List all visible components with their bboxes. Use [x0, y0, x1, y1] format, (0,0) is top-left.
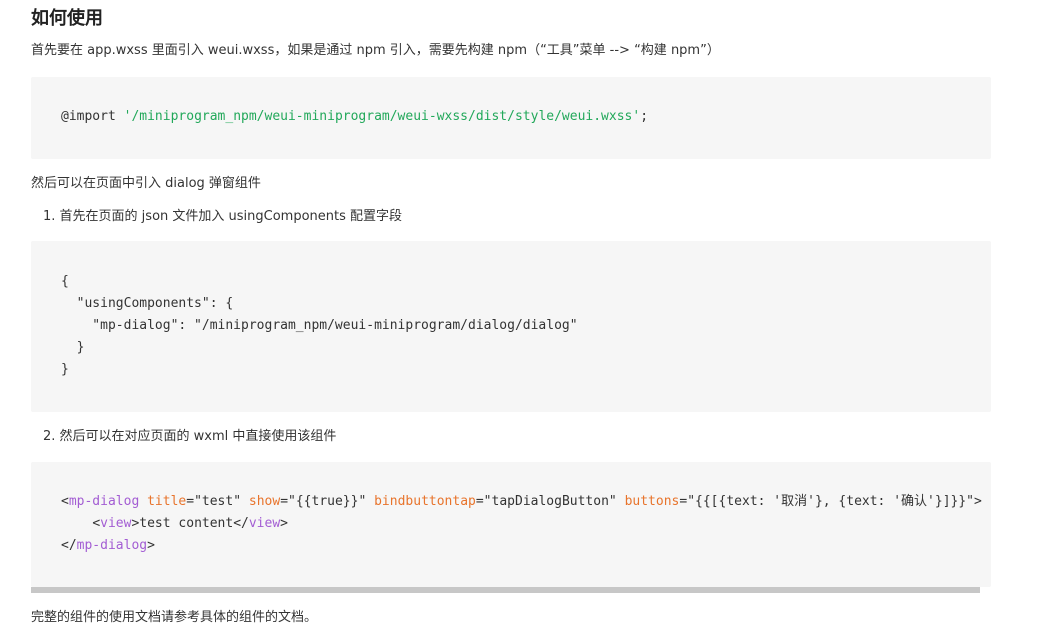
attr-value: ="tapDialogButton"	[475, 494, 625, 509]
tag-name: view	[248, 516, 281, 531]
code-line: "mp-dialog": "/miniprogram_npm/weui-mini…	[61, 318, 578, 333]
angle-bracket: </	[233, 516, 249, 531]
code-line: <mp-dialog title="test" show="{{true}}" …	[61, 493, 982, 511]
code-block-import: @import '/miniprogram_npm/weui-miniprogr…	[31, 77, 991, 159]
code-line: }	[61, 362, 69, 377]
attr-value: ="{{true}}"	[280, 494, 375, 509]
attr-name: show	[248, 494, 281, 509]
attr-value: ="test"	[186, 494, 249, 509]
angle-bracket: >	[974, 494, 982, 509]
angle-bracket: <	[92, 516, 101, 531]
view-content-text: test content	[139, 516, 234, 531]
tag-name: mp-dialog	[76, 538, 148, 553]
code-line: @import '/miniprogram_npm/weui-miniprogr…	[61, 108, 648, 126]
import-keyword: @import	[61, 109, 124, 124]
semicolon: ;	[640, 109, 649, 124]
intro-paragraph: 首先要在 app.wxss 里面引入 weui.wxss，如果是通过 npm 引…	[31, 43, 720, 58]
paragraph-dialog-intro: 然后可以在页面中引入 dialog 弹窗组件	[31, 176, 261, 191]
code-line: {	[61, 274, 69, 289]
list-number: 1.	[43, 209, 56, 224]
attr-name: buttons	[624, 494, 680, 509]
angle-bracket: >	[147, 538, 155, 553]
tag-name: mp-dialog	[68, 494, 140, 509]
tag-name: view	[100, 516, 132, 531]
code-line: </mp-dialog>	[61, 537, 155, 555]
import-path-string: '/miniprogram_npm/weui-miniprogram/weui-…	[123, 109, 641, 124]
angle-bracket: >	[280, 516, 288, 531]
angle-bracket: <	[61, 494, 69, 509]
list-number: 2.	[43, 429, 56, 444]
section-heading: 如何使用	[31, 8, 103, 29]
code-line: "usingComponents": {	[61, 296, 234, 311]
list-item-text: 然后可以在对应页面的 wxml 中直接使用该组件	[59, 429, 337, 444]
horizontal-scrollbar[interactable]	[31, 587, 980, 593]
code-block-json: { "usingComponents": { "mp-dialog": "/mi…	[31, 241, 991, 412]
attr-name: bindbuttontap	[374, 494, 476, 509]
code-block-wxml: <mp-dialog title="test" show="{{true}}" …	[31, 462, 991, 587]
code-line: }	[61, 340, 85, 355]
code-line: <view>test content</view>	[61, 515, 288, 533]
angle-bracket: </	[61, 538, 77, 553]
list-item-step-1: 1. 首先在页面的 json 文件加入 usingComponents 配置字段	[43, 208, 402, 226]
list-item-text: 首先在页面的 json 文件加入 usingComponents 配置字段	[59, 209, 403, 224]
list-item-step-2: 2. 然后可以在对应页面的 wxml 中直接使用该组件	[43, 428, 336, 446]
attr-name: title	[147, 494, 187, 509]
footer-paragraph: 完整的组件的使用文档请参考具体的组件的文档。	[31, 610, 318, 625]
attr-value: ="{{[{text: '取消'}, {text: '确认'}]}}"	[679, 494, 975, 509]
